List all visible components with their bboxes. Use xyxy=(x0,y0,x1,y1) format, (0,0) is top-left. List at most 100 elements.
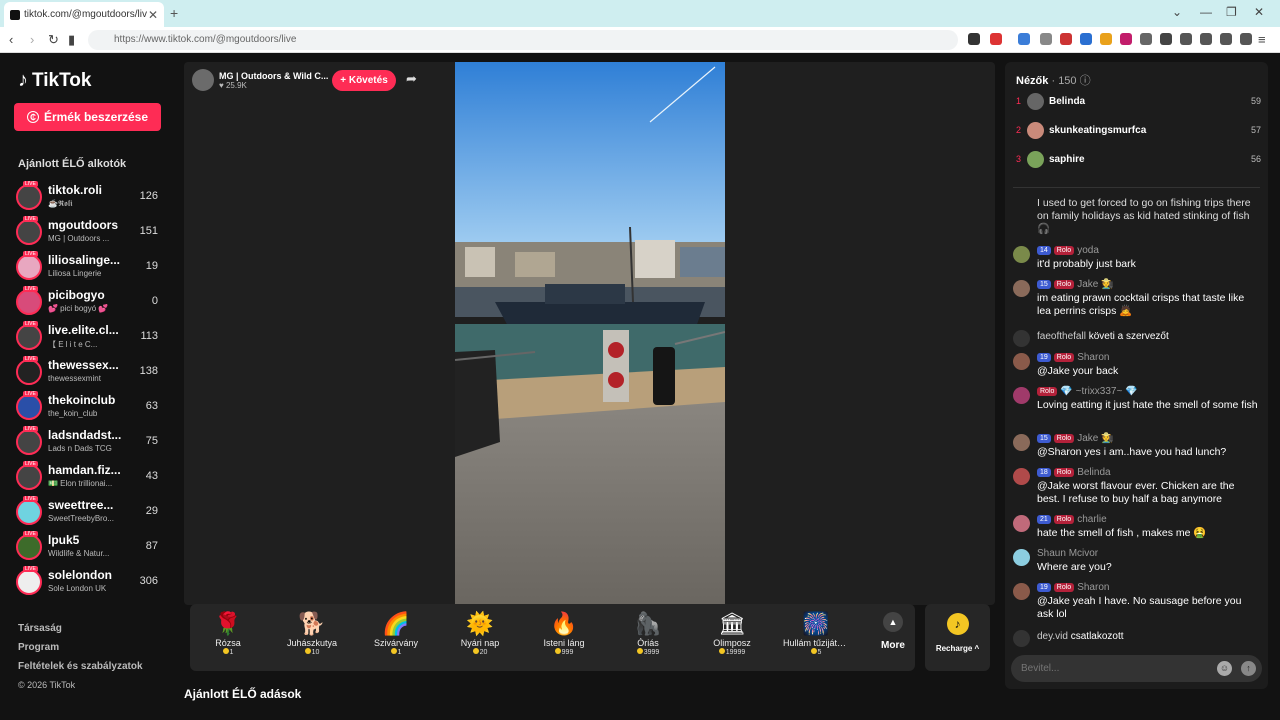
maximize-icon[interactable]: ❐ xyxy=(1226,5,1237,19)
hls-extension-icon[interactable] xyxy=(1060,33,1072,45)
live-badge: LIVE xyxy=(23,251,38,257)
extension-icon[interactable] xyxy=(1100,33,1112,45)
creator-subtitle: Liliosa Lingerie xyxy=(48,269,102,278)
browser-tab[interactable]: tiktok.com/@mgoutdoors/liv ✕ xyxy=(4,2,164,27)
terms-link[interactable]: Feltételek és szabályzatok xyxy=(18,661,143,672)
message-user[interactable]: 💎 ~trixx337~ 💎 xyxy=(1060,386,1137,397)
message-user[interactable]: Sharon xyxy=(1077,352,1109,363)
message-user[interactable]: Belinda xyxy=(1077,467,1110,478)
top-viewer-row[interactable]: 2 skunkeatingsmurfca 57 xyxy=(1016,121,1261,143)
recharge-button[interactable]: ♪ Recharge ^ xyxy=(925,604,990,671)
tiktok-logo[interactable]: ♪ TikTok xyxy=(18,69,91,92)
stream-video[interactable] xyxy=(455,62,725,605)
gift-olympus[interactable]: 🏛 Olimposz 19999 xyxy=(699,610,765,656)
message-user[interactable]: Sharon xyxy=(1077,582,1109,593)
creator-item[interactable]: LIVE thewessex... thewessexmint 138 xyxy=(16,356,166,390)
avatar xyxy=(16,464,42,490)
gift-shepherd-dog[interactable]: 🐕 Juhászkutya 10 xyxy=(279,610,345,656)
new-tab-icon[interactable]: + xyxy=(170,5,178,21)
creator-item[interactable]: LIVE thekoinclub the_koin_club 63 xyxy=(16,391,166,425)
minimize-icon[interactable]: — xyxy=(1200,5,1212,19)
message-user[interactable]: faeofthefall xyxy=(1037,331,1086,342)
viewers-heading[interactable]: Nézők · 150 ⓘ xyxy=(1016,72,1091,88)
tools-extension-icon[interactable] xyxy=(1040,33,1052,45)
translate-extension-icon[interactable] xyxy=(1018,33,1030,45)
message-user[interactable]: charlie xyxy=(1077,514,1106,525)
tab-search-icon[interactable]: ⌄ xyxy=(1172,5,1182,19)
creator-name: live.elite.cl... xyxy=(48,323,119,337)
program-link[interactable]: Program xyxy=(18,642,59,653)
bookmark-icon[interactable]: ▮ xyxy=(68,32,75,48)
creator-item[interactable]: LIVE lpuk5 Wildlife & Natur... 87 xyxy=(16,531,166,565)
extension-icon[interactable] xyxy=(1080,33,1092,45)
message-user[interactable]: dey.vid xyxy=(1037,631,1068,642)
creator-item[interactable]: LIVE hamdan.fiz... 💵 Elon trillionai... 43 xyxy=(16,461,166,495)
avatar xyxy=(1013,280,1030,297)
creator-subtitle: the_koin_club xyxy=(48,409,98,418)
live-badge: LIVE xyxy=(23,426,38,432)
forward-icon[interactable]: › xyxy=(30,32,34,47)
close-tab-icon[interactable]: ✕ xyxy=(148,8,158,22)
gift-giant[interactable]: 🦍 Óriás 3999 xyxy=(615,610,681,656)
creator-item[interactable]: LIVE liliosalinge... Liliosa Lingerie 19 xyxy=(16,251,166,285)
gift-wave-fireworks[interactable]: 🎆 Hullám tűzijátk... 5 xyxy=(783,610,849,656)
creator-item[interactable]: LIVE sweettree... SweetTreebyBro... 29 xyxy=(16,496,166,530)
viewer-count: 138 xyxy=(139,365,158,377)
media-icon[interactable] xyxy=(1160,33,1172,45)
viewer-name: skunkeatingsmurfca xyxy=(1049,125,1147,136)
info-icon[interactable]: ⓘ xyxy=(1080,75,1091,87)
top-viewer-row[interactable]: 3 saphire 56 xyxy=(1016,150,1261,172)
puzzle-icon[interactable] xyxy=(1140,33,1152,45)
message-user[interactable]: Jake 🧑‍🌾 xyxy=(1077,433,1113,444)
host-info[interactable]: MG | Outdoors & Wild C... ♥ 25.9K xyxy=(192,69,329,91)
share-icon[interactable]: ➦ xyxy=(406,71,417,87)
shield-extension-icon[interactable] xyxy=(968,33,980,45)
extension-icon[interactable] xyxy=(1120,33,1132,45)
avatar xyxy=(16,324,42,350)
viewer-score: 56 xyxy=(1250,154,1261,164)
message-user[interactable]: Jake 🧑‍🌾 xyxy=(1077,279,1113,290)
viewers-count: · 150 xyxy=(1051,75,1077,87)
menu-icon[interactable]: ≡ xyxy=(1258,32,1266,47)
fan-badge: Rolo xyxy=(1053,468,1075,477)
avatar xyxy=(1013,434,1030,451)
live-badge: LIVE xyxy=(23,181,38,187)
creator-item[interactable]: LIVE tiktok.roli ☕𝕽𝖔𝖑𝖎 126 xyxy=(16,181,166,215)
gift-divine-flame[interactable]: 🔥 Isteni láng 999 xyxy=(531,610,597,656)
avatar xyxy=(1013,468,1030,485)
follow-button[interactable]: + Követés xyxy=(332,70,396,91)
close-window-icon[interactable]: ✕ xyxy=(1254,5,1264,19)
back-icon[interactable]: ‹ xyxy=(9,32,13,47)
gift-rose[interactable]: 🌹 Rózsa 1 xyxy=(195,610,261,656)
vpn-icon[interactable] xyxy=(1240,33,1252,45)
get-coins-button[interactable]: ₵ Érmék beszerzése xyxy=(14,103,161,131)
send-icon[interactable]: ↑ xyxy=(1241,661,1256,676)
emoji-icon[interactable]: ☺ xyxy=(1217,661,1232,676)
fan-badge: Rolo xyxy=(1053,434,1075,443)
creator-item[interactable]: LIVE mgoutdoors MG | Outdoors ... 151 xyxy=(16,216,166,250)
creator-item[interactable]: LIVE solelondon Sole London UK 306 xyxy=(16,566,166,600)
company-link[interactable]: Társaság xyxy=(18,623,62,634)
creator-item[interactable]: LIVE ladsndadst... Lads n Dads TCG 75 xyxy=(16,426,166,460)
chat-input[interactable] xyxy=(1021,661,1211,676)
message-user[interactable]: Shaun Mcivor xyxy=(1037,548,1098,559)
url-field[interactable]: https://www.tiktok.com/@mgoutdoors/live xyxy=(88,30,958,50)
ai-icon[interactable] xyxy=(1220,33,1232,45)
reload-icon[interactable]: ↻ xyxy=(48,32,59,48)
live-stream-player[interactable]: MG | Outdoors & Wild C... ♥ 25.9K + Köve… xyxy=(184,62,995,605)
creator-subtitle: thewessexmint xyxy=(48,374,101,383)
creator-name: thekoinclub xyxy=(48,393,116,407)
gift-summer-sun[interactable]: 🌞 Nyári nap 20 xyxy=(447,610,513,656)
more-gifts-button[interactable]: ▲ More xyxy=(873,610,913,651)
sidebar-icon[interactable] xyxy=(1180,33,1192,45)
wallet-icon[interactable] xyxy=(1200,33,1212,45)
gift-rainbow[interactable]: 🌈 Szivárvány 1 xyxy=(363,610,429,656)
creator-item[interactable]: LIVE picibogyo 💕 pici bogyó 💕 0 xyxy=(16,286,166,320)
creator-item[interactable]: LIVE live.elite.cl... 【 E l i t e C... 113 xyxy=(16,321,166,355)
more-label: More xyxy=(881,640,905,651)
avatar xyxy=(1027,122,1044,139)
gift-name: Olimposz xyxy=(713,638,751,648)
top-viewer-row[interactable]: 1 Belinda 59 xyxy=(1016,92,1261,114)
warning-extension-icon[interactable] xyxy=(990,33,1002,45)
message-user[interactable]: yoda xyxy=(1077,245,1099,256)
